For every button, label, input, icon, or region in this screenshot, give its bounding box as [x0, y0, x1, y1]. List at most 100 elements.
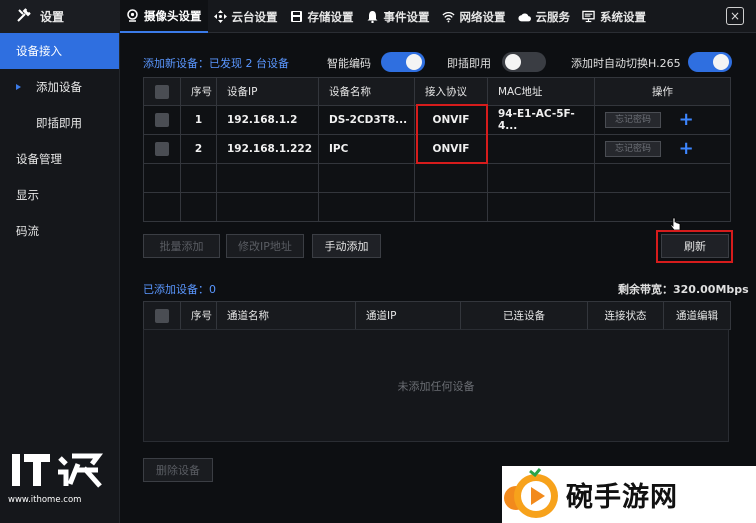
select-all-cell[interactable]	[143, 301, 181, 330]
add-device-plus-icon[interactable]: +	[679, 111, 694, 129]
col-header: MAC地址	[487, 77, 595, 106]
cloud-icon	[517, 10, 531, 23]
table-row-empty	[143, 192, 731, 222]
tab-event-settings[interactable]: 事件设置	[360, 0, 436, 33]
sidebar-item-label: 设备接入	[16, 44, 62, 58]
empty-state-text: 未添加任何设备	[397, 379, 475, 393]
top-bar: 设置 摄像头设置 云台设置 存储设置 事件设置 网络设置 云服务 系统设置 ×	[0, 0, 756, 33]
ptz-icon	[213, 10, 227, 23]
tab-ptz-settings[interactable]: 云台设置	[208, 0, 284, 33]
device-mac: 94-E1-AC-5F-4...	[487, 105, 595, 135]
tools-icon	[16, 7, 32, 26]
bell-icon	[366, 10, 379, 23]
forgot-password-button[interactable]: 忘记密码	[605, 112, 661, 128]
row-index: 1	[180, 105, 217, 135]
col-header: 设备IP	[216, 77, 319, 106]
tab-label: 云服务	[535, 9, 571, 24]
tab-system-settings[interactable]: 系统设置	[576, 0, 652, 33]
tab-storage-settings[interactable]: 存储设置	[284, 0, 360, 33]
manual-add-button[interactable]: 手动添加	[312, 234, 381, 258]
tab-label: 摄像头设置	[144, 8, 202, 23]
row-checkbox[interactable]	[155, 113, 169, 127]
smart-encode-toggle[interactable]	[381, 52, 425, 72]
storage-icon	[290, 10, 303, 23]
added-devices-label: 已添加设备：0	[143, 283, 216, 296]
col-header: 通道IP	[355, 301, 461, 330]
plug-play-label: 即插即用	[447, 57, 491, 70]
tab-label: 系统设置	[600, 9, 646, 24]
app-title-text: 设置	[40, 10, 65, 24]
sidebar-item-add-device[interactable]: 添加设备	[0, 69, 119, 105]
tab-label: 事件设置	[383, 9, 430, 24]
sidebar-item-plug-play[interactable]: 即插即用	[0, 105, 119, 141]
tab-label: 网络设置	[459, 9, 506, 24]
wifi-icon	[441, 10, 455, 23]
sidebar-item-stream[interactable]: 码流	[0, 213, 119, 249]
table-header-row: 序号 通道名称 通道IP 已连设备 连接状态 通道编辑	[143, 301, 731, 330]
close-icon: ×	[729, 9, 741, 23]
app-title: 设置	[0, 0, 120, 33]
col-header: 序号	[180, 77, 217, 106]
col-header: 通道名称	[216, 301, 356, 330]
sidebar-item-display[interactable]: 显示	[0, 177, 119, 213]
current-marker-icon	[16, 84, 21, 90]
device-name: DS-2CD3T8...	[318, 105, 415, 135]
toggle-knob	[406, 54, 422, 70]
ithome-watermark: www.ithome.com	[8, 450, 118, 520]
table-row-empty	[143, 163, 731, 193]
site-watermark: 碗手游网	[502, 466, 756, 523]
toggle-knob	[713, 54, 729, 70]
row-actions: 忘记密码 +	[594, 105, 731, 135]
monitor-icon	[582, 10, 595, 23]
main-panel: 添加新设备：已发现 2 台设备 智能编码 即插即用 添加时自动切换H.265 序…	[120, 33, 756, 523]
site-watermark-text: 碗手游网	[566, 482, 678, 513]
plug-play-toggle[interactable]	[502, 52, 546, 72]
select-all-checkbox[interactable]	[155, 308, 169, 323]
protocol-highlight-box	[416, 104, 488, 164]
select-all-checkbox[interactable]	[155, 84, 169, 99]
select-all-cell[interactable]	[143, 77, 181, 106]
delete-device-button[interactable]: 删除设备	[143, 458, 213, 482]
toggle-knob	[505, 54, 521, 70]
sidebar-item-device-management[interactable]: 设备管理	[0, 141, 119, 177]
tab-camera-settings[interactable]: 摄像头设置	[120, 0, 208, 33]
col-header: 序号	[180, 301, 217, 330]
camera-icon	[126, 9, 139, 22]
sidebar-item-label: 显示	[16, 188, 39, 202]
batch-add-button[interactable]: 批量添加	[143, 234, 220, 258]
refresh-highlight-box	[656, 230, 733, 263]
close-button[interactable]: ×	[726, 7, 744, 25]
modify-ip-button[interactable]: 修改IP地址	[226, 234, 304, 258]
tab-bar: 摄像头设置 云台设置 存储设置 事件设置 网络设置 云服务 系统设置	[120, 0, 652, 33]
smart-encode-label: 智能编码	[327, 57, 371, 70]
discovered-devices-label: 添加新设备：已发现 2 台设备	[143, 57, 289, 70]
auto-h265-label: 添加时自动切换H.265	[571, 57, 681, 70]
tab-cloud-service[interactable]: 云服务	[512, 0, 577, 33]
sidebar-item-device-access[interactable]: 设备接入	[0, 33, 119, 69]
row-checkbox-cell[interactable]	[143, 134, 181, 164]
add-device-plus-icon[interactable]: +	[679, 140, 694, 158]
remaining-bandwidth: 剩余带宽：320.00Mbps	[618, 283, 749, 296]
forgot-password-button[interactable]: 忘记密码	[605, 141, 661, 157]
col-header: 接入协议	[414, 77, 488, 106]
sidebar-item-label: 添加设备	[36, 80, 82, 94]
col-header: 通道编辑	[663, 301, 731, 330]
row-checkbox[interactable]	[155, 142, 169, 156]
col-header: 已连设备	[460, 301, 588, 330]
ithome-url: www.ithome.com	[8, 495, 82, 505]
tab-label: 云台设置	[231, 9, 278, 24]
sidebar-item-label: 即插即用	[36, 116, 82, 130]
row-checkbox-cell[interactable]	[143, 105, 181, 135]
sidebar-item-label: 码流	[16, 224, 39, 238]
tab-network-settings[interactable]: 网络设置	[436, 0, 512, 33]
auto-h265-toggle[interactable]	[688, 52, 732, 72]
device-ip: 192.168.1.222	[216, 134, 319, 164]
device-ip: 192.168.1.2	[216, 105, 319, 135]
ithome-logo-icon	[12, 453, 103, 488]
device-mac	[487, 134, 595, 164]
mouse-cursor-icon	[670, 217, 681, 231]
col-header: 设备名称	[318, 77, 415, 106]
row-index: 2	[180, 134, 217, 164]
row-actions: 忘记密码 +	[594, 134, 731, 164]
table-header-row: 序号 设备IP 设备名称 接入协议 MAC地址 操作	[143, 77, 731, 106]
